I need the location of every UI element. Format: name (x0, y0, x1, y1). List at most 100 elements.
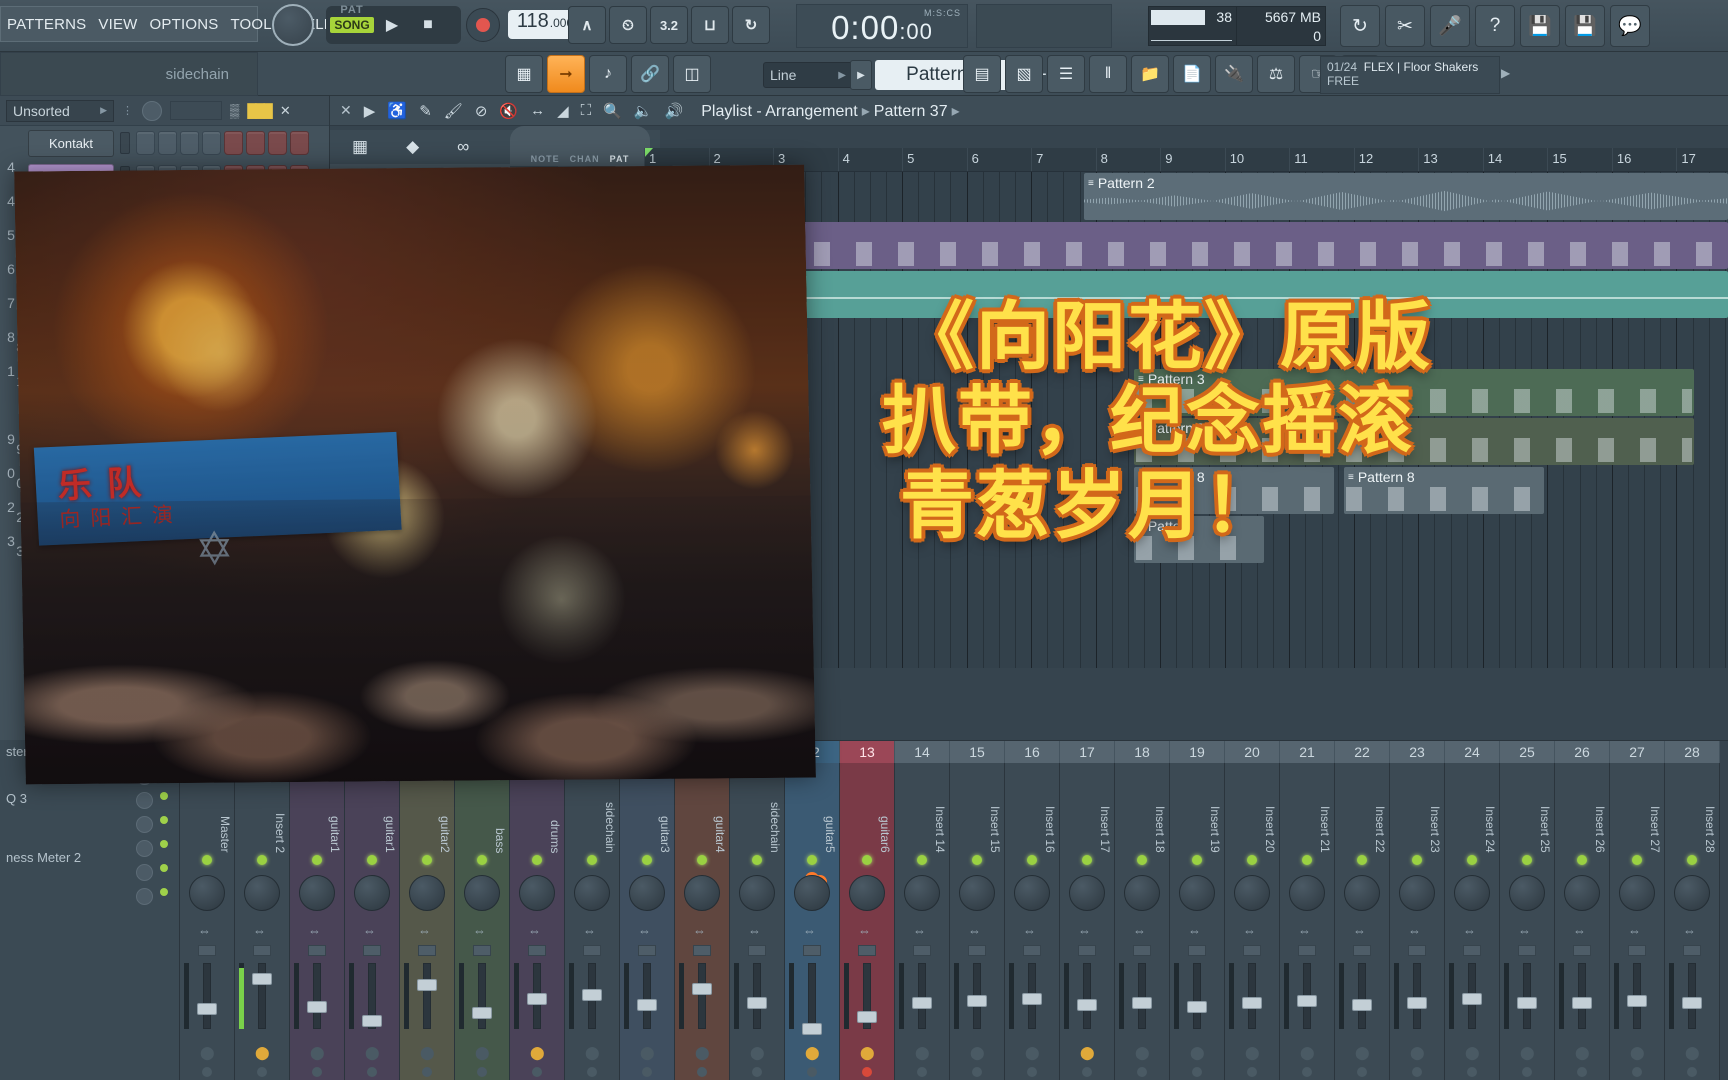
mixer-track-number[interactable]: 14 (895, 741, 950, 763)
mixer-track-name[interactable]: Insert 28 (1667, 767, 1717, 853)
mixer-track-name[interactable]: Insert 21 (1282, 767, 1332, 853)
mixer-enable-led[interactable] (257, 855, 267, 865)
menu-arrow-icon[interactable]: ▶ (364, 102, 376, 120)
mixer-track-name[interactable]: Insert 24 (1447, 767, 1497, 853)
mixer-volume-fader[interactable] (1297, 995, 1317, 1007)
stereo-separation-icon[interactable]: ⇔ (1408, 923, 1421, 938)
master-volume-knob[interactable] (272, 4, 314, 46)
mixer-slot-led[interactable]: ⬤ (860, 1045, 875, 1060)
grip-icon[interactable]: ⋮ (122, 104, 134, 117)
breadcrumb-current[interactable]: Pattern 37 (874, 103, 948, 120)
playlist-clip[interactable]: ≡Pattern 1 (644, 222, 1728, 269)
mixer-route-dot[interactable] (1577, 1067, 1587, 1077)
draw-arrow-icon[interactable]: ➞ (547, 55, 585, 93)
mixer-pan-knob[interactable] (849, 875, 885, 911)
mixer-track-name[interactable]: Insert 22 (1337, 767, 1387, 853)
plugin-info-panel[interactable]: 01/24 FLEX | Floor Shakers FREE (1320, 56, 1500, 94)
record-button[interactable] (466, 8, 500, 42)
mixer-track-number[interactable]: 18 (1115, 741, 1170, 763)
mixer-track-name[interactable]: guitar4 (677, 767, 727, 853)
mixer-enable-led[interactable] (862, 855, 872, 865)
mixer-pan-knob[interactable] (1344, 875, 1380, 911)
mixer-track-name[interactable]: sidechain (567, 767, 617, 853)
mixer-strip[interactable]: bass ⇔ ⬤ (455, 763, 510, 1080)
pattern-view-icon[interactable]: ▦ (352, 137, 368, 157)
mixer-fader-track[interactable] (478, 963, 486, 1029)
mixer-route-dot[interactable] (1467, 1067, 1477, 1077)
mixer-track-number[interactable]: 23 (1390, 741, 1445, 763)
mixer-enable-led[interactable] (1027, 855, 1037, 865)
mixer-fader-track[interactable] (423, 963, 431, 1029)
playlist-clip[interactable]: ≡ Pattern 2 (1084, 173, 1728, 220)
plugin-icon[interactable]: 🔌 (1215, 55, 1253, 93)
mixer-pan-knob[interactable] (574, 875, 610, 911)
mixer-eq-slot[interactable] (308, 945, 326, 956)
mixer-slot-led[interactable]: ⬤ (1630, 1045, 1645, 1060)
mixer-slot-led[interactable]: ⬤ (805, 1045, 820, 1060)
mixer-fader-track[interactable] (1358, 963, 1366, 1029)
mixer-route-dot[interactable] (1192, 1067, 1202, 1077)
pat-mode-label[interactable]: PAT (330, 4, 374, 16)
note-column-label[interactable]: NOTE (531, 154, 560, 164)
mixer-route-dot[interactable] (917, 1067, 927, 1077)
mixer-eq-slot[interactable] (968, 945, 986, 956)
stereo-separation-icon[interactable]: ⇔ (1298, 923, 1311, 938)
mixer-route-dot[interactable] (752, 1067, 762, 1077)
stereo-separation-icon[interactable]: ⇔ (1518, 923, 1531, 938)
mixer-enable-led[interactable] (1687, 855, 1697, 865)
mixer-enable-led[interactable] (1632, 855, 1642, 865)
mixer-pan-knob[interactable] (1399, 875, 1435, 911)
mixer-strip[interactable]: sidechain ⇔ ⬤ (565, 763, 620, 1080)
mixer-route-dot[interactable] (807, 1067, 817, 1077)
mixer-slot-led[interactable]: ⬤ (1190, 1045, 1205, 1060)
mixer-route-dot[interactable] (477, 1067, 487, 1077)
mixer-pan-knob[interactable] (794, 875, 830, 911)
mixer-enable-led[interactable] (1082, 855, 1092, 865)
mixer-pan-knob[interactable] (189, 875, 225, 911)
channel-filter-field[interactable] (170, 101, 222, 120)
mixer-slot-led[interactable]: ⬤ (585, 1045, 600, 1060)
mixer-volume-fader[interactable] (637, 999, 657, 1011)
stereo-separation-icon[interactable]: ⇔ (583, 923, 596, 938)
mixer-track-number[interactable]: 28 (1665, 741, 1720, 763)
stereo-separation-icon[interactable]: ⇔ (1683, 923, 1696, 938)
slip-icon[interactable]: ↔ (530, 102, 545, 119)
mixer-slot-led[interactable]: ⬤ (1300, 1045, 1315, 1060)
mixer-enable-led[interactable] (1302, 855, 1312, 865)
stereo-separation-icon[interactable]: ⇔ (473, 923, 486, 938)
select-icon[interactable]: ⛶ (581, 102, 592, 119)
mixer-track-name[interactable]: Insert 23 (1392, 767, 1442, 853)
mixer-strip[interactable]: Insert 26 ⇔ ⬤ (1555, 763, 1610, 1080)
slice-icon[interactable]: ◢ (557, 102, 569, 120)
mixer-strip[interactable]: drums ⇔ ⬤ (510, 763, 565, 1080)
mixer-eq-slot[interactable] (1188, 945, 1206, 956)
mixer-strip[interactable]: guitar6 ⇔ ⬤ (840, 763, 895, 1080)
loop-mode-icon[interactable]: ↻ (732, 6, 770, 44)
mixer-fader-track[interactable] (918, 963, 926, 1029)
mixer-track-number[interactable]: 26 (1555, 741, 1610, 763)
mixer-slot-led[interactable]: ⬤ (200, 1045, 215, 1060)
mixer-enable-led[interactable] (642, 855, 652, 865)
mixer-track-number[interactable]: 27 (1610, 741, 1665, 763)
mixer-slot-led[interactable]: ⬤ (365, 1045, 380, 1060)
mixer-pan-knob[interactable] (1454, 875, 1490, 911)
wait-for-input-icon[interactable]: ⏲ (609, 6, 647, 44)
menu-item-patterns[interactable]: PATTERNS (7, 16, 86, 33)
mixer-volume-fader[interactable] (912, 997, 932, 1009)
slide-icon[interactable]: ♪ (589, 55, 627, 93)
mixer-fader-track[interactable] (1578, 963, 1586, 1029)
step-button[interactable] (136, 131, 155, 155)
mixer-track-number[interactable]: 17 (1060, 741, 1115, 763)
mixer-strip[interactable]: guitar4 ⇔ ⬤ (675, 763, 730, 1080)
mixer-strip[interactable]: Master ⇔ ⬤ (180, 763, 235, 1080)
stereo-separation-icon[interactable]: ⇔ (803, 923, 816, 938)
mixer-enable-led[interactable] (1247, 855, 1257, 865)
mixer-enable-led[interactable] (1137, 855, 1147, 865)
mixer-eq-slot[interactable] (858, 945, 876, 956)
chat-icon[interactable]: 💬 (1610, 5, 1650, 47)
pencil-icon[interactable]: ✎ (419, 102, 432, 120)
pattern-song-toggle[interactable]: PAT SONG (330, 4, 374, 46)
metronome-icon[interactable]: ∧ (568, 6, 606, 44)
mixer-eq-slot[interactable] (1573, 945, 1591, 956)
mixer-pan-knob[interactable] (1509, 875, 1545, 911)
